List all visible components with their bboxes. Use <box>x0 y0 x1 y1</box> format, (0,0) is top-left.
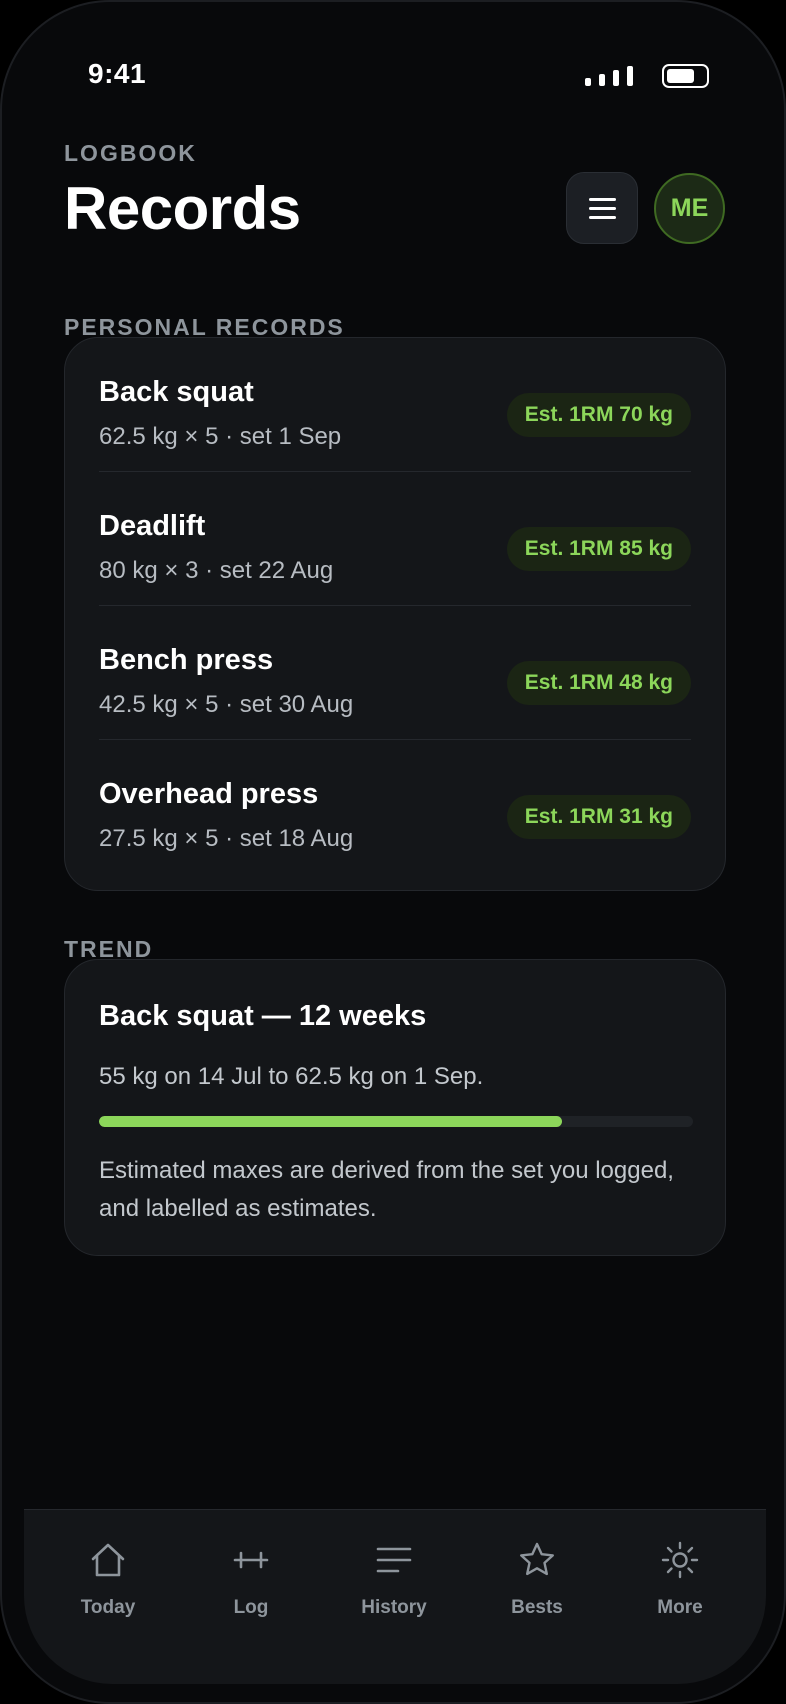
tab-label: More <box>657 1597 703 1618</box>
record-row[interactable]: Overhead press 27.5 kg × 5 · set 18 Aug … <box>99 740 691 874</box>
record-name: Overhead press <box>99 778 319 810</box>
tab-history[interactable]: History <box>334 1540 454 1630</box>
page-title: Records <box>64 175 301 242</box>
phone-frame: 9:41 LOGBOOK Records ME PERSONAL RECORDS… <box>0 0 786 1704</box>
estimate-badge: Est. 1RM 31 kg <box>506 795 691 839</box>
trend-title: Back squat — 12 weeks <box>99 1000 427 1032</box>
trend-note: Estimated maxes are derived from the set… <box>99 1157 674 1222</box>
trend-card: Back squat — 12 weeks 55 kg on 14 Jul to… <box>64 959 726 1256</box>
star-icon <box>520 1542 554 1576</box>
battery-icon <box>662 64 709 88</box>
menu-icon <box>588 197 616 201</box>
record-row[interactable]: Back squat 62.5 kg × 5 · set 1 Sep Est. … <box>99 338 691 472</box>
tab-more[interactable]: More <box>620 1540 740 1630</box>
record-detail: 62.5 kg × 5 · set 1 Sep <box>99 423 342 450</box>
menu-button[interactable] <box>566 172 638 244</box>
tab-bar: Today Log History Bests More <box>24 1509 766 1684</box>
estimate-badge: Est. 1RM 70 kg <box>506 393 691 437</box>
home-icon <box>91 1543 125 1577</box>
record-detail: 27.5 kg × 5 · set 18 Aug <box>99 825 354 852</box>
tab-today[interactable]: Today <box>48 1540 168 1630</box>
trend-summary: 55 kg on 14 Jul to 62.5 kg on 1 Sep. <box>99 1063 484 1090</box>
sun-icon <box>661 1541 699 1579</box>
tab-bests[interactable]: Bests <box>477 1540 597 1630</box>
record-name: Bench press <box>99 644 274 676</box>
estimate-badge: Est. 1RM 48 kg <box>506 661 691 705</box>
estimate-badge: Est. 1RM 85 kg <box>506 527 691 571</box>
record-detail: 42.5 kg × 5 · set 30 Aug <box>99 691 354 718</box>
record-row[interactable]: Deadlift 80 kg × 3 · set 22 Aug Est. 1RM… <box>99 472 691 606</box>
record-row[interactable]: Bench press 42.5 kg × 5 · set 30 Aug Est… <box>99 606 691 740</box>
records-card: Back squat 62.5 kg × 5 · set 1 Sep Est. … <box>64 337 726 891</box>
record-detail: 80 kg × 3 · set 22 Aug <box>99 557 334 584</box>
record-name: Back squat <box>99 376 254 408</box>
tab-log[interactable]: Log <box>191 1540 311 1630</box>
tab-label: Log <box>233 1597 269 1618</box>
record-name: Deadlift <box>99 510 206 542</box>
tab-label: Bests <box>511 1597 563 1618</box>
page-eyebrow: LOGBOOK <box>64 140 197 166</box>
signal-icon <box>585 66 633 86</box>
dumbbell-icon <box>233 1551 269 1569</box>
tab-label: Today <box>80 1597 136 1618</box>
tab-label: History <box>361 1597 427 1618</box>
trend-progress-bar <box>99 1116 693 1127</box>
trend-progress-fill <box>99 1116 563 1127</box>
list-icon <box>376 1547 412 1573</box>
status-time: 9:41 <box>88 58 147 89</box>
avatar[interactable]: ME <box>654 173 725 244</box>
